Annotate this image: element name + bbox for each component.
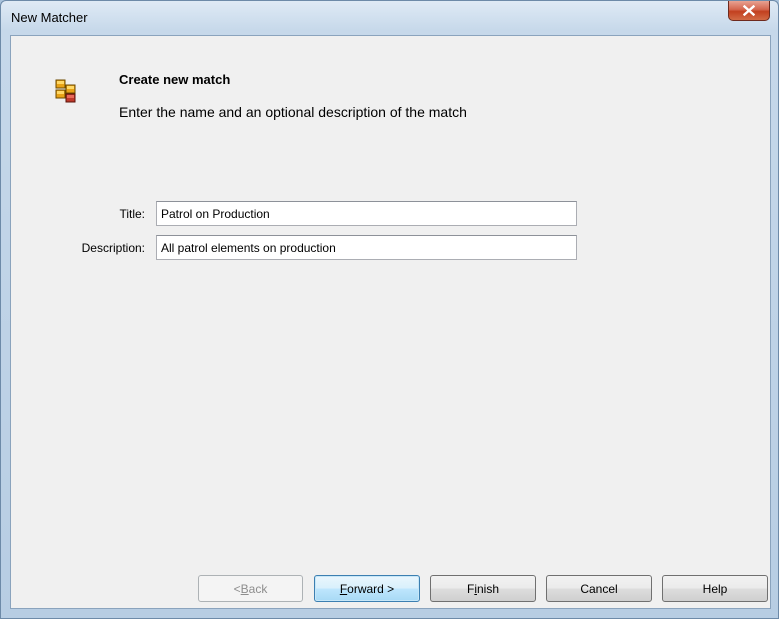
back-label-rest: ack (248, 581, 268, 596)
back-mnemonic: B (240, 581, 249, 596)
dialog-window: New Matcher Create new match Enter the n… (0, 0, 779, 619)
title-label: Title: (119, 207, 145, 221)
description-label: Description: (81, 241, 145, 255)
finish-label-pre: F (466, 581, 475, 596)
wizard-header: Create new match Enter the name and an o… (11, 36, 770, 176)
help-button[interactable]: Help (662, 575, 768, 602)
wizard-title: Create new match (119, 72, 231, 87)
forward-button[interactable]: Forward > (314, 575, 420, 602)
dialog-content: Create new match Enter the name and an o… (10, 35, 771, 609)
cubes-icon (55, 79, 76, 103)
title-bar[interactable]: New Matcher (1, 1, 778, 35)
wizard-subtitle: Enter the name and an optional descripti… (119, 104, 467, 120)
close-button[interactable] (728, 1, 770, 21)
close-icon (743, 5, 755, 16)
window-title: New Matcher (11, 10, 88, 25)
forward-mnemonic: F (339, 581, 348, 596)
finish-button[interactable]: Fi nish (430, 575, 536, 602)
back-prefix: < (233, 581, 241, 596)
title-input[interactable] (156, 201, 577, 226)
forward-label-rest: orward > (347, 581, 395, 596)
finish-label-rest: nish (477, 581, 500, 596)
description-input[interactable] (156, 235, 577, 260)
cancel-button[interactable]: Cancel (546, 575, 652, 602)
back-button[interactable]: < Back (198, 575, 303, 602)
